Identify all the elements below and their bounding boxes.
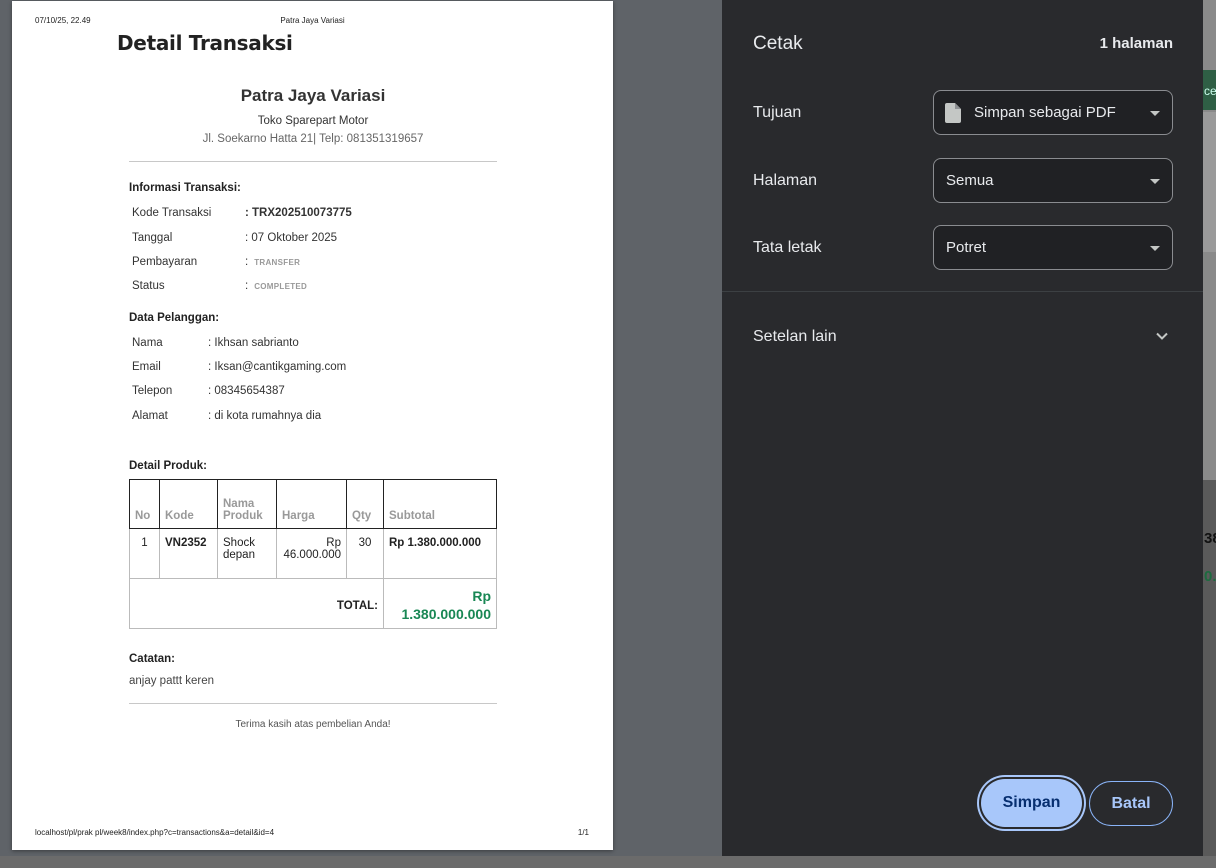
layout-value: Potret	[946, 239, 987, 256]
background-green-block: ce	[1203, 70, 1216, 110]
page-count: 1 halaman	[1099, 35, 1173, 52]
print-footer-page-number: 1/1	[577, 828, 589, 837]
column-header: Kode	[159, 479, 218, 529]
pages-label: Halaman	[753, 172, 818, 189]
column-header: Harga	[276, 479, 347, 529]
table-row: 1 VN2352 Shock depan Rp 46.000.000 30 Rp…	[129, 528, 497, 579]
total-label: TOTAL:	[129, 578, 384, 629]
cell-no: 1	[129, 528, 160, 579]
dropdown-arrow-icon	[1150, 111, 1160, 116]
pages-select[interactable]: Semua	[933, 158, 1173, 203]
cell-code: VN2352	[159, 528, 218, 579]
thank-you-message: Terima kasih atas pembelian Anda!	[235, 719, 391, 730]
pages-value: Semua	[946, 172, 994, 189]
dropdown-arrow-icon	[1150, 179, 1160, 184]
customer-data-title: Data Pelanggan:	[129, 312, 220, 324]
customer-key: Nama	[132, 337, 163, 349]
print-footer-url: localhost/pl/prak pl/week8/index.php?c=t…	[35, 828, 275, 837]
destination-value: Simpan sebagai PDF	[974, 104, 1116, 121]
customer-key: Alamat	[132, 410, 168, 422]
document-title: Detail Transaksi	[117, 31, 293, 55]
cell-qty: 30	[346, 528, 384, 579]
product-table: No Kode Nama Produk Harga Qty Subtotal 1…	[129, 479, 497, 629]
customer-key: Telepon	[132, 385, 173, 397]
info-value: :	[245, 280, 249, 292]
background-text: 38	[1204, 530, 1216, 547]
store-address: Jl. Soekarno Hatta 21| Telp: 08135131965…	[202, 133, 424, 145]
chevron-down-icon[interactable]	[1155, 329, 1169, 343]
info-key: Pembayaran	[132, 256, 198, 268]
customer-key: Email	[132, 361, 161, 373]
panel-divider	[722, 291, 1203, 292]
destination-select[interactable]: Simpan sebagai PDF	[933, 90, 1173, 135]
info-value: : 07 Oktober 2025	[245, 232, 338, 244]
cell-subtotal: Rp 1.380.000.000	[383, 528, 497, 579]
header-divider	[129, 161, 497, 162]
customer-value: : 08345654387	[208, 385, 285, 397]
background-text: 0.	[1204, 568, 1216, 585]
bottom-bar	[0, 856, 1216, 868]
column-header: Nama Produk	[217, 479, 277, 529]
store-subtitle: Toko Sparepart Motor	[257, 115, 369, 127]
store-name: Patra Jaya Variasi	[240, 86, 386, 105]
column-header: Qty	[346, 479, 384, 529]
total-value: Rp 1.380.000.000	[383, 578, 497, 629]
layout-label: Tata letak	[753, 239, 822, 256]
notes-text: anjay pattt keren	[129, 675, 215, 687]
cell-product-name: Shock depan	[217, 528, 277, 579]
info-value: : TRX202510073775	[245, 207, 352, 219]
layout-select[interactable]: Potret	[933, 225, 1173, 270]
document-icon	[945, 103, 961, 123]
dropdown-arrow-icon	[1150, 246, 1160, 251]
more-settings-toggle[interactable]: Setelan lain	[753, 328, 837, 346]
notes-title: Catatan:	[129, 653, 176, 665]
total-row: TOTAL: Rp 1.380.000.000	[129, 578, 497, 629]
column-header: Subtotal	[383, 479, 497, 529]
print-header-title: Patra Jaya Variasi	[280, 16, 345, 25]
print-settings-panel: Cetak 1 halaman Tujuan Simpan sebagai PD…	[722, 0, 1203, 856]
background-page-strip: ce 38 0.	[1203, 0, 1216, 868]
info-key: Status	[132, 280, 165, 292]
customer-value: : Iksan@cantikgaming.com	[208, 361, 347, 373]
print-preview-area: 07/10/25, 22.49 Patra Jaya Variasi Detai…	[0, 0, 722, 856]
transaction-info-title: Informasi Transaksi:	[129, 182, 241, 194]
info-value: :	[245, 256, 249, 268]
column-header: No	[129, 479, 160, 529]
customer-value: : di kota rumahnya dia	[208, 410, 322, 422]
destination-label: Tujuan	[753, 104, 802, 121]
panel-title: Cetak	[753, 33, 803, 54]
payment-badge: TRANSFER	[254, 258, 301, 267]
background-text: ce	[1204, 84, 1216, 98]
status-badge: COMPLETED	[254, 282, 308, 291]
customer-value: : Ikhsan sabrianto	[208, 337, 299, 349]
info-key: Tanggal	[132, 232, 173, 244]
background-block	[1203, 112, 1216, 252]
cell-price: Rp 46.000.000	[276, 528, 347, 579]
product-detail-title: Detail Produk:	[129, 460, 207, 472]
footer-divider	[129, 703, 497, 704]
table-header-row: No Kode Nama Produk Harga Qty Subtotal	[129, 479, 497, 529]
save-button[interactable]: Simpan	[981, 779, 1082, 827]
preview-page: 07/10/25, 22.49 Patra Jaya Variasi Detai…	[12, 1, 613, 850]
info-key: Kode Transaksi	[132, 207, 212, 219]
cancel-button[interactable]: Batal	[1089, 781, 1173, 826]
